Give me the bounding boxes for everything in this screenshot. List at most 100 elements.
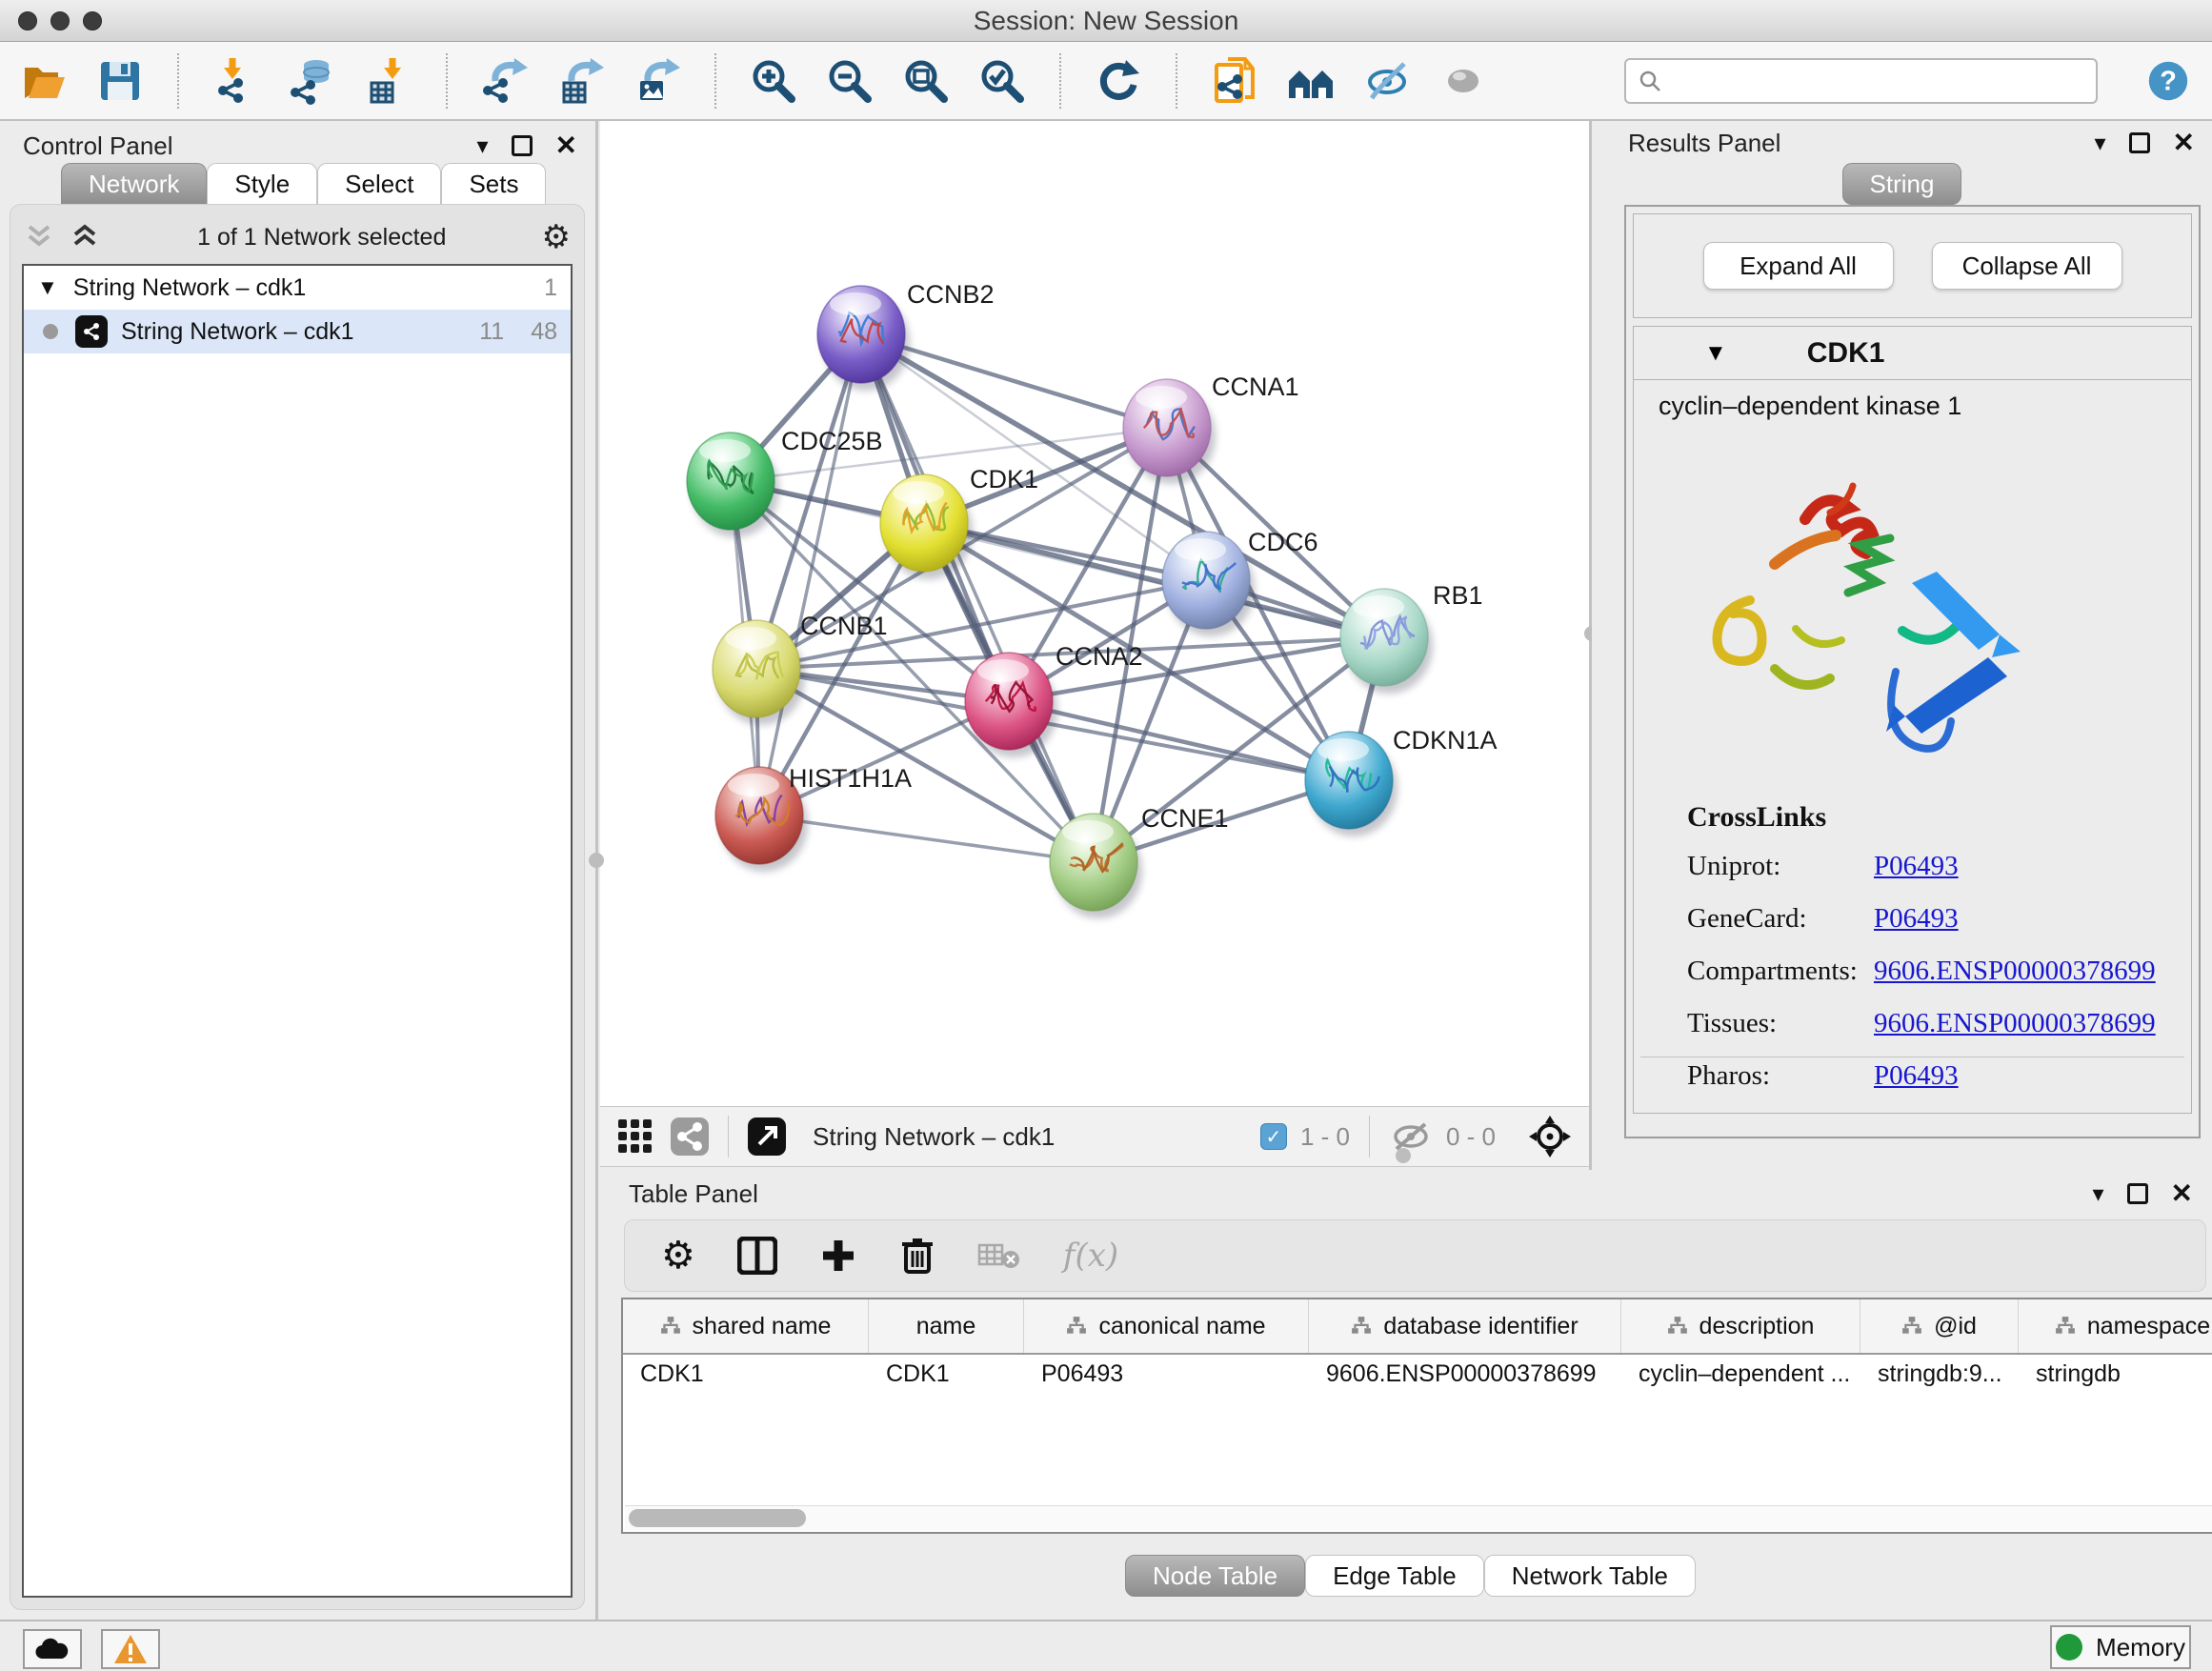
edge-HIST1H1A-CCNE1[interactable] xyxy=(759,815,1094,862)
export-image-button[interactable] xyxy=(631,54,684,108)
node-CDK1[interactable] xyxy=(880,474,973,579)
share-view-icon[interactable] xyxy=(669,1116,711,1158)
table-cell[interactable]: CDK1 xyxy=(623,1355,869,1397)
edge-CCNA2-CDKN1A[interactable] xyxy=(1009,701,1349,780)
zoom-out-button[interactable] xyxy=(823,54,876,108)
warnings-button[interactable] xyxy=(101,1629,160,1669)
node-CCNB2[interactable] xyxy=(817,286,910,391)
section-caret-icon[interactable]: ▼ xyxy=(1704,340,1727,367)
grid-view-icon[interactable] xyxy=(615,1117,655,1157)
import-database-button[interactable] xyxy=(286,54,339,108)
expand-all-button[interactable]: Expand All xyxy=(1703,242,1894,290)
search-box[interactable] xyxy=(1624,58,2098,104)
table-cell[interactable]: stringdb xyxy=(2019,1355,2212,1397)
tab-edge-table[interactable]: Edge Table xyxy=(1305,1555,1484,1597)
panel-menu-caret-icon[interactable]: ▾ xyxy=(2094,130,2105,157)
refresh-button[interactable] xyxy=(1092,54,1145,108)
selected-checkbox-icon[interactable]: ✓ xyxy=(1260,1123,1287,1150)
eye-slash-button[interactable] xyxy=(1360,54,1414,108)
node-CCNE1[interactable] xyxy=(1050,814,1142,918)
network-canvas[interactable]: CCNB2 CCNA1 CDC25B CDK1 CDC6 RB1 CCNB1 xyxy=(600,121,1589,1106)
panel-close-icon[interactable]: ✕ xyxy=(2173,132,2195,153)
panel-close-icon[interactable]: ✕ xyxy=(2171,1183,2193,1204)
zoom-in-button[interactable] xyxy=(747,54,800,108)
column-header-shared-name[interactable]: shared name xyxy=(623,1299,869,1353)
table-cell[interactable]: stringdb:9... xyxy=(1860,1355,2019,1397)
node-CDC25B[interactable] xyxy=(687,433,779,537)
node-RB1[interactable] xyxy=(1340,589,1433,694)
table-cell[interactable]: CDK1 xyxy=(869,1355,1024,1397)
collapse-all-icon[interactable] xyxy=(24,223,56,252)
add-column-icon[interactable] xyxy=(819,1237,857,1275)
left-splitter-handle[interactable] xyxy=(589,853,604,868)
zoom-fit-button[interactable] xyxy=(899,54,953,108)
tab-select[interactable]: Select xyxy=(317,163,441,205)
panel-close-icon[interactable]: ✕ xyxy=(555,135,577,156)
tab-style[interactable]: Style xyxy=(207,163,317,205)
export-table-button[interactable] xyxy=(554,54,608,108)
help-button[interactable]: ? xyxy=(2142,54,2195,108)
node-CDC6[interactable] xyxy=(1162,532,1255,636)
panel-float-icon[interactable] xyxy=(2127,1183,2148,1204)
node-CCNA1[interactable] xyxy=(1123,379,1216,484)
zoom-selected-button[interactable] xyxy=(975,54,1029,108)
gene-section-header[interactable]: ▼ CDK1 xyxy=(1634,327,2191,380)
table-cell[interactable]: P06493 xyxy=(1024,1355,1309,1397)
panel-menu-caret-icon[interactable]: ▾ xyxy=(476,132,488,160)
houses-button[interactable] xyxy=(1284,54,1337,108)
column-header-name[interactable]: name xyxy=(869,1299,1024,1353)
expand-all-icon[interactable] xyxy=(70,223,102,252)
tree-expand-caret-icon[interactable]: ▼ xyxy=(37,275,58,300)
node-CDKN1A[interactable] xyxy=(1305,732,1398,836)
birds-eye-button[interactable] xyxy=(1437,54,1490,108)
crosslink-link[interactable]: 9606.ENSP00000378699 xyxy=(1874,1008,2156,1039)
delete-column-trash-icon[interactable] xyxy=(899,1236,935,1276)
table-cell[interactable]: 9606.ENSP00000378699 xyxy=(1309,1355,1621,1397)
table-hscrollbar-thumb[interactable] xyxy=(629,1509,806,1527)
panel-float-icon[interactable] xyxy=(512,135,533,156)
crosslink-link[interactable]: P06493 xyxy=(1874,1060,1959,1092)
column-header-canonical-name[interactable]: canonical name xyxy=(1024,1299,1309,1353)
show-columns-icon[interactable] xyxy=(737,1237,777,1275)
horizontal-splitter-handle[interactable] xyxy=(1396,1148,1411,1163)
panel-float-icon[interactable] xyxy=(2129,132,2150,153)
column-header-description[interactable]: description xyxy=(1621,1299,1860,1353)
network-collection-row[interactable]: ▼ String Network – cdk1 1 xyxy=(24,266,571,310)
table-hscrollbar[interactable] xyxy=(625,1505,2212,1530)
detach-view-icon[interactable] xyxy=(746,1116,788,1158)
search-input[interactable] xyxy=(1662,62,2084,100)
save-session-button[interactable] xyxy=(93,54,147,108)
table-options-gear-icon[interactable]: ⚙ xyxy=(661,1234,695,1278)
tab-string[interactable]: String xyxy=(1842,163,1962,205)
tab-network-table[interactable]: Network Table xyxy=(1484,1555,1696,1597)
table-cell[interactable]: cyclin–dependent ... xyxy=(1621,1355,1860,1397)
memory-button[interactable]: Memory xyxy=(2050,1625,2191,1669)
delete-table-icon[interactable] xyxy=(977,1239,1021,1272)
network-options-gear-icon[interactable]: ⚙ xyxy=(542,218,571,256)
collapse-all-button[interactable]: Collapse All xyxy=(1932,242,2122,290)
birds-eye-crosshair-icon[interactable] xyxy=(1526,1113,1574,1160)
open-session-button[interactable] xyxy=(17,54,70,108)
panel-menu-caret-icon[interactable]: ▾ xyxy=(2092,1180,2103,1208)
crosslink-link[interactable]: 9606.ENSP00000378699 xyxy=(1874,956,2156,987)
tab-node-table[interactable]: Node Table xyxy=(1125,1555,1305,1597)
column-header-database-identifier[interactable]: database identifier xyxy=(1309,1299,1621,1353)
cloud-button[interactable] xyxy=(23,1629,82,1669)
column-header--id[interactable]: @id xyxy=(1860,1299,2019,1353)
function-builder-icon[interactable]: f(x) xyxy=(1063,1237,1118,1275)
network-row[interactable]: String Network – cdk1 11 48 xyxy=(24,310,571,353)
column-header-namespace[interactable]: namespace xyxy=(2019,1299,2212,1353)
string-document-button[interactable] xyxy=(1208,54,1261,108)
tab-sets[interactable]: Sets xyxy=(441,163,546,205)
crosslink-link[interactable]: P06493 xyxy=(1874,851,1959,882)
left-splitter[interactable] xyxy=(595,121,598,1620)
table-row[interactable]: CDK1CDK1P064939606.ENSP00000378699cyclin… xyxy=(623,1355,2212,1397)
tab-network[interactable]: Network xyxy=(61,163,207,205)
protein-structure-image xyxy=(1662,429,2072,781)
export-network-button[interactable] xyxy=(478,54,532,108)
edge-CCNB2-HIST1H1A[interactable] xyxy=(759,334,861,815)
import-network-button[interactable] xyxy=(210,54,263,108)
crosslink-link[interactable]: P06493 xyxy=(1874,903,1959,935)
network-graph[interactable]: CCNB2 CCNA1 CDC25B CDK1 CDC6 RB1 CCNB1 xyxy=(600,121,1589,1106)
import-table-button[interactable] xyxy=(362,54,415,108)
